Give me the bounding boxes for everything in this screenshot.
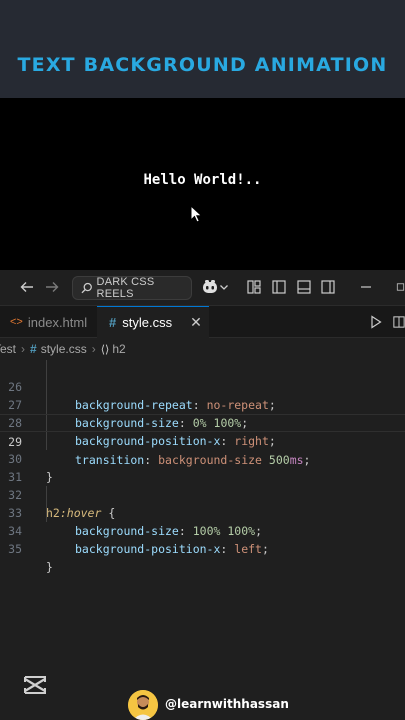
video-title: TEXT BACKGROUND ANIMATION bbox=[17, 54, 388, 76]
creator-handle: @learnwithhassan bbox=[165, 697, 289, 711]
chevron-right-icon: › bbox=[91, 342, 96, 356]
html-file-icon: <> bbox=[10, 316, 23, 328]
code-editor[interactable]: 26 background-repeat: no-repeat; 27 back… bbox=[0, 360, 405, 650]
code-line: 30 } bbox=[8, 452, 53, 484]
run-icon[interactable] bbox=[367, 313, 385, 331]
code-line: 34 background-position-x: left; bbox=[8, 524, 269, 556]
css-file-icon: # bbox=[109, 315, 117, 330]
layout-icon[interactable] bbox=[245, 278, 263, 296]
editor-tabs: <> index.html # style.css ✕ bbox=[0, 306, 405, 338]
code-line: 28 background-position-x: right; bbox=[8, 416, 276, 448]
code-line: 26 background-repeat: no-repeat; bbox=[8, 380, 276, 412]
code-line: 27 background-size: 0% 100%; bbox=[8, 398, 249, 430]
tab-index-html[interactable]: <> index.html bbox=[0, 306, 96, 338]
search-label: DARK CSS REELS bbox=[96, 276, 155, 300]
symbol-icon: ⟨⟩ bbox=[100, 343, 110, 356]
command-center-search[interactable]: DARK CSS REELS bbox=[72, 276, 192, 300]
split-editor-icon[interactable] bbox=[393, 313, 405, 331]
toggle-secondary-sidebar-icon[interactable] bbox=[319, 278, 337, 296]
preview-heading: Hello World!.. bbox=[143, 172, 262, 188]
video-title-band: TEXT BACKGROUND ANIMATION bbox=[0, 0, 405, 98]
back-arrow-icon[interactable] bbox=[18, 278, 36, 296]
close-icon[interactable]: ✕ bbox=[190, 314, 202, 331]
code-line-current: 29 transition: background-size 500ms; bbox=[0, 414, 405, 467]
forward-arrow-icon[interactable] bbox=[43, 278, 61, 296]
tab-style-css[interactable]: # style.css ✕ bbox=[97, 306, 209, 338]
chevron-down-icon[interactable] bbox=[218, 278, 230, 296]
editor-titlebar: DARK CSS REELS bbox=[0, 270, 405, 306]
capcut-logo-icon bbox=[24, 676, 46, 694]
breadcrumb-symbol[interactable]: h2 bbox=[112, 342, 125, 356]
tab-label: style.css bbox=[122, 315, 173, 330]
breadcrumb-folder[interactable]: Test bbox=[0, 342, 16, 356]
code-line: 33 background-size: 100% 100%; bbox=[8, 506, 262, 538]
toggle-sidebar-icon[interactable] bbox=[270, 278, 288, 296]
code-line: 31 bbox=[8, 470, 22, 484]
breadcrumb-file[interactable]: style.css bbox=[41, 342, 87, 356]
avatar bbox=[128, 690, 158, 720]
search-icon bbox=[81, 282, 92, 294]
video-footer: @learnwithhassan bbox=[0, 650, 405, 720]
breadcrumb: Test › # style.css › ⟨⟩ h2 bbox=[0, 338, 405, 360]
toggle-panel-icon[interactable] bbox=[295, 278, 313, 296]
browser-preview: Hello World!.. bbox=[0, 98, 405, 270]
code-line: 32 h2:hover { bbox=[8, 488, 116, 520]
chevron-right-icon: › bbox=[21, 342, 26, 356]
maximize-icon[interactable] bbox=[396, 278, 405, 296]
code-line: 35 } bbox=[8, 542, 53, 574]
copilot-icon[interactable] bbox=[201, 278, 219, 296]
minimize-icon[interactable] bbox=[357, 278, 375, 296]
css-file-icon: # bbox=[30, 342, 37, 356]
tab-label: index.html bbox=[27, 314, 88, 330]
mouse-cursor-icon bbox=[190, 205, 203, 223]
